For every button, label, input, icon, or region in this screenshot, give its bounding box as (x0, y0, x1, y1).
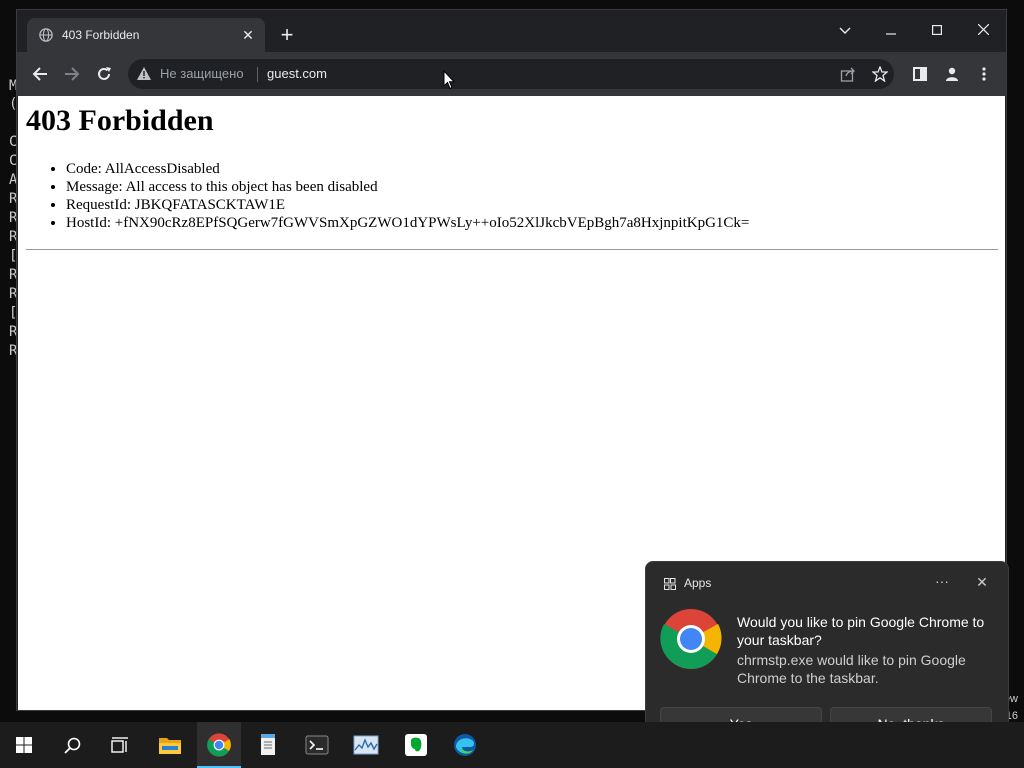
horizontal-rule (26, 249, 998, 250)
mouse-cursor-icon (443, 70, 455, 90)
error-details-list: Code: AllAccessDisabled Message: All acc… (26, 160, 749, 232)
windows-taskbar (0, 722, 1024, 768)
reload-icon (98, 67, 111, 80)
search-icon (63, 737, 80, 754)
apps-icon (664, 578, 676, 590)
host-id-item: HostId: +fNX90cRz8EPfSQGerw7fGWVSmXpGZWO… (66, 214, 749, 232)
notification-body: chrmstp.exe would like to pin Google Chr… (737, 652, 966, 686)
close-window-button[interactable] (960, 15, 1006, 45)
tab-403-forbidden[interactable]: 403 Forbidden ✕ (27, 18, 265, 52)
notepad-button[interactable] (246, 722, 290, 768)
more-options-icon[interactable]: ··· (932, 572, 952, 592)
terminal-button[interactable] (295, 722, 339, 768)
task-view-icon (111, 737, 128, 753)
edge-icon (454, 734, 476, 756)
start-button[interactable] (2, 722, 46, 768)
address-divider (257, 67, 258, 82)
url-text[interactable]: guest.com (267, 66, 327, 81)
bookmark-star-icon[interactable] (870, 64, 890, 84)
arrow-right-icon (65, 67, 80, 81)
file-explorer-icon (159, 738, 181, 754)
notepad-icon (261, 734, 275, 755)
new-tab-button[interactable]: + (275, 24, 299, 49)
menu-button[interactable] (970, 60, 998, 88)
close-tab-icon[interactable]: ✕ (239, 26, 257, 44)
warning-icon[interactable] (137, 67, 151, 80)
share-icon[interactable] (838, 64, 858, 84)
minimize-button[interactable] (868, 15, 914, 45)
file-explorer-button[interactable] (148, 722, 192, 768)
forward-button[interactable] (58, 60, 86, 88)
arrow-left-icon (32, 67, 47, 81)
reload-button[interactable] (90, 60, 118, 88)
edge-button[interactable] (443, 722, 487, 768)
more-vertical-icon (982, 67, 986, 81)
security-status-label[interactable]: Не защищено (160, 66, 244, 81)
resource-monitor-icon (353, 735, 379, 755)
error-message-item: Message: All access to this object has b… (66, 178, 749, 196)
tab-title: 403 Forbidden (62, 28, 140, 42)
globe-icon (39, 28, 53, 42)
tab-search-icon[interactable] (822, 15, 868, 45)
tab-strip: 403 Forbidden ✕ + (17, 10, 1006, 52)
notification-app-label: Apps (684, 576, 712, 590)
notification-title: Would you like to pin Google Chrome to y… (737, 614, 985, 648)
chrome-icon (207, 733, 231, 757)
side-panel-icon (913, 67, 927, 81)
search-button[interactable] (50, 722, 94, 768)
terminal-icon (305, 735, 329, 755)
profile-button[interactable] (938, 60, 966, 88)
windows-start-icon (16, 737, 32, 753)
evernote-icon (405, 734, 427, 756)
page-heading: 403 Forbidden (26, 104, 214, 137)
browser-toolbar: Не защищено guest.com (17, 52, 1006, 96)
resource-monitor-button[interactable] (344, 722, 388, 768)
chrome-taskbar-button[interactable] (197, 722, 241, 768)
side-panel-button[interactable] (906, 60, 934, 88)
close-notification-icon[interactable]: ✕ (972, 572, 992, 592)
maximize-button[interactable] (914, 15, 960, 45)
profile-icon (946, 67, 958, 81)
evernote-button[interactable] (394, 722, 438, 768)
request-id-item: RequestId: JBKQFATASCKTAW1E (66, 196, 749, 214)
back-button[interactable] (26, 60, 54, 88)
address-bar[interactable]: Не защищено guest.com (128, 59, 894, 89)
error-code-item: Code: AllAccessDisabled (66, 160, 749, 178)
task-view-button[interactable] (98, 722, 142, 768)
chrome-logo-icon (660, 609, 722, 669)
